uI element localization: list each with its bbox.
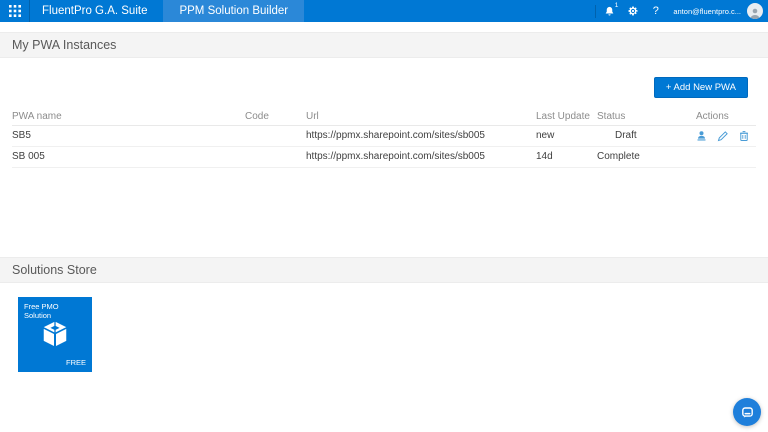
last-update-cell: 14d	[536, 146, 597, 167]
pwa-section-header: My PWA Instances	[0, 32, 768, 58]
topbar-divider	[595, 5, 596, 18]
topbar: FluentPro G.A. Suite PPM Solution Builde…	[0, 0, 768, 22]
topbar-spacer	[0, 22, 768, 32]
gear-icon	[627, 5, 639, 17]
column-header-pwa-name: PWA name	[12, 108, 245, 125]
table-row: SB5 https://ppmx.sharepoint.com/sites/sb…	[12, 125, 756, 146]
edit-button[interactable]	[717, 130, 729, 142]
notifications-button[interactable]: 1	[598, 0, 621, 22]
store-section-header: Solutions Store	[0, 257, 768, 283]
person-icon	[749, 7, 761, 19]
user-icon	[696, 130, 708, 142]
add-new-pwa-button[interactable]: + Add New PWA	[654, 77, 748, 98]
notification-count-badge: 1	[615, 2, 619, 9]
store-section-body: Free PMO Solution FREE	[0, 283, 768, 404]
help-icon: ?	[653, 5, 659, 17]
bell-icon	[604, 6, 615, 17]
topbar-right: 1 ? anton@fluentpro.c...	[593, 0, 768, 22]
app-launcher-button[interactable]	[0, 0, 30, 22]
status-cell: Draft	[597, 125, 696, 146]
column-header-code: Code	[245, 108, 306, 125]
app-title[interactable]: FluentPro G.A. Suite	[30, 0, 163, 22]
solution-tile-free-pmo[interactable]: Free PMO Solution FREE	[18, 297, 92, 372]
actions-cell	[696, 146, 756, 167]
user-email[interactable]: anton@fluentpro.c...	[667, 7, 745, 16]
settings-button[interactable]	[621, 0, 644, 22]
url-cell: https://ppmx.sharepoint.com/sites/sb005	[306, 125, 536, 146]
waffle-icon	[9, 5, 21, 17]
actions-cell	[696, 125, 756, 146]
pwa-section-title: My PWA Instances	[12, 38, 116, 52]
ppm-solution-builder-page: FluentPro G.A. Suite PPM Solution Builde…	[0, 0, 768, 404]
user-permissions-button[interactable]	[696, 130, 708, 142]
column-header-actions: Actions	[696, 108, 756, 125]
store-section-title: Solutions Store	[12, 263, 97, 277]
tile-title: Free PMO Solution	[24, 302, 86, 320]
chat-bubble-icon	[740, 405, 755, 420]
pwa-instances-table: PWA name Code Url Last Update Status Act…	[12, 108, 756, 168]
column-header-last-update: Last Update	[536, 108, 597, 125]
status-cell: Complete	[597, 146, 696, 167]
pwa-section-body: + Add New PWA PWA name Code Url Last Upd…	[0, 58, 768, 257]
package-icon	[38, 321, 72, 351]
code-cell	[245, 125, 306, 146]
delete-button[interactable]	[738, 130, 750, 142]
pwa-name-cell: SB5	[12, 125, 245, 146]
delete-icon	[738, 130, 750, 142]
help-button[interactable]: ?	[644, 0, 667, 22]
table-header-row: PWA name Code Url Last Update Status Act…	[12, 108, 756, 125]
avatar[interactable]	[747, 3, 763, 19]
edit-icon	[717, 130, 729, 142]
pwa-name-cell: SB 005	[12, 146, 245, 167]
last-update-cell: new	[536, 125, 597, 146]
url-cell: https://ppmx.sharepoint.com/sites/sb005	[306, 146, 536, 167]
column-header-url: Url	[306, 108, 536, 125]
column-header-status: Status	[597, 108, 696, 125]
chat-button[interactable]	[733, 398, 761, 426]
code-cell	[245, 146, 306, 167]
table-row: SB 005 https://ppmx.sharepoint.com/sites…	[12, 146, 756, 167]
tile-free-badge: FREE	[66, 358, 86, 367]
tab-ppm-solution-builder[interactable]: PPM Solution Builder	[163, 0, 304, 22]
